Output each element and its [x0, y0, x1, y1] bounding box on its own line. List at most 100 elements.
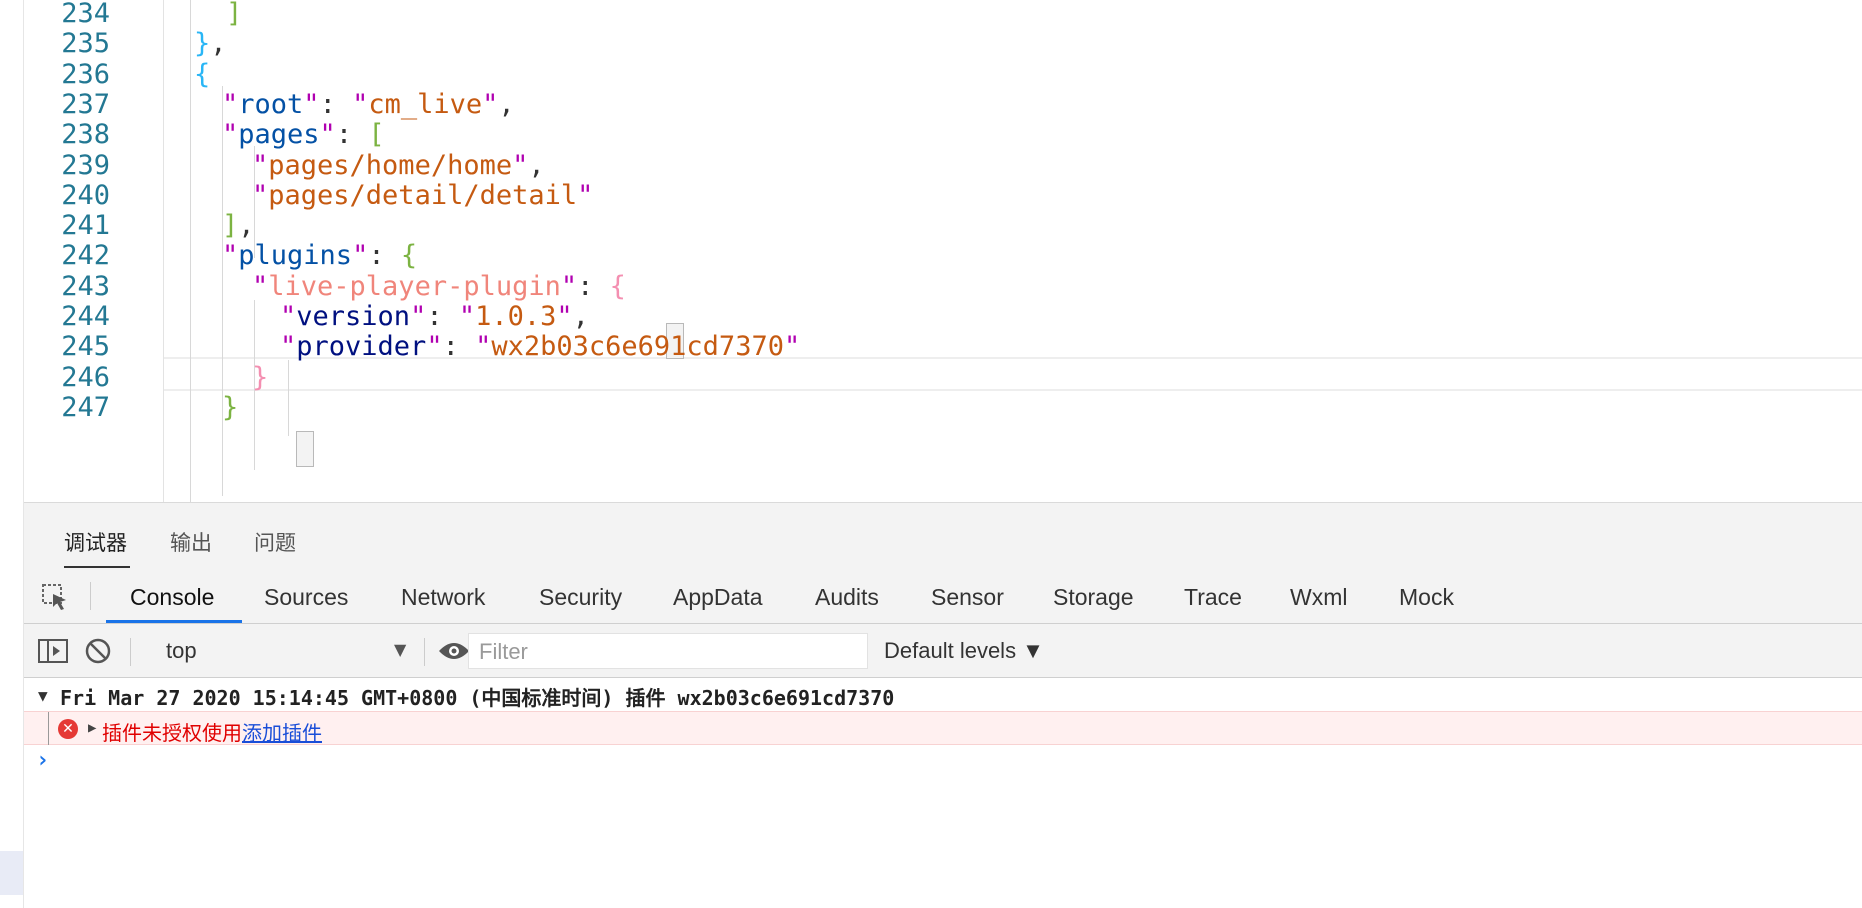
tab-sensor[interactable]: Sensor [931, 584, 1004, 611]
tab-security[interactable]: Security [539, 584, 622, 611]
code-token: plugins [238, 240, 353, 272]
expand-arrow-icon[interactable]: ▶ [88, 720, 96, 736]
console-output: ▼ Fri Mar 27 2020 15:14:45 GMT+0800 (中国标… [24, 678, 1862, 908]
line-number: 247 [61, 391, 110, 423]
console-group-header[interactable]: ▼ Fri Mar 27 2020 15:14:45 GMT+0800 (中国标… [24, 678, 1862, 712]
toolbar-separator [130, 638, 131, 666]
code-token: version [296, 301, 411, 332]
devtools-tab-bar: Console Sources Network Security AppData… [24, 568, 1862, 624]
code-token: , [572, 301, 589, 332]
activity-strip [0, 0, 24, 908]
code-token: pages/detail/detail [268, 179, 578, 211]
code-token: { [194, 58, 211, 90]
debugger-panel: 调试器 输出 问题 Console Sources Network Securi… [24, 502, 1862, 908]
panel-tab-bar: 调试器 输出 问题 [24, 502, 1862, 568]
code-token: , [238, 210, 255, 242]
group-header-text: Fri Mar 27 2020 15:14:45 GMT+0800 (中国标准时… [60, 686, 895, 710]
code-token: wx2b03c6e691cd7370 [491, 331, 784, 363]
code-token: live-player-plugin [268, 270, 561, 302]
code-token: 1.0.3 [475, 301, 557, 332]
activity-strip-highlight [0, 851, 23, 895]
tab-problems[interactable]: 问题 [254, 527, 296, 557]
code-token: } [252, 361, 269, 393]
error-icon: ✕ [58, 719, 78, 739]
code-token: : [442, 331, 476, 363]
tab-console[interactable]: Console [130, 584, 214, 611]
active-devtools-tab-underline [106, 620, 242, 623]
code-token: " [222, 240, 239, 272]
group-indent-line [48, 712, 49, 745]
code-token: " [280, 301, 297, 332]
tab-appdata[interactable]: AppData [673, 584, 763, 611]
code-token: " [560, 270, 578, 302]
toolbar-separator [90, 582, 91, 610]
filter-input[interactable] [477, 638, 861, 666]
collapse-arrow-icon[interactable]: ▼ [38, 686, 48, 705]
tab-network[interactable]: Network [401, 584, 485, 611]
add-plugin-link[interactable]: 添加插件 [242, 717, 322, 746]
code-token: " [475, 331, 492, 363]
code-token: " [352, 240, 369, 272]
code-token: " [512, 149, 529, 181]
tab-sources[interactable]: Sources [264, 584, 348, 611]
code-token: " [319, 119, 336, 151]
code-token: " [352, 88, 369, 120]
code-token: " [410, 301, 427, 332]
code-token: " [482, 88, 499, 120]
eye-icon[interactable] [438, 641, 470, 661]
code-token: , [528, 149, 545, 181]
code-token: root [238, 88, 304, 120]
code-token: pages/home/home [268, 149, 513, 181]
sidebar-toggle-icon[interactable] [38, 639, 68, 663]
code-token: [ [368, 119, 385, 151]
code-token: " [252, 270, 269, 302]
console-error-row: ✕ ▶ 插件未授权使用 添加插件 [24, 711, 1862, 745]
code-token: " [783, 331, 801, 363]
code-token: } [194, 28, 211, 60]
code-token: : [577, 270, 610, 302]
code-token: " [252, 149, 269, 181]
bracket-match-close [296, 431, 314, 467]
code-token: ] [222, 210, 239, 242]
inspect-element-icon[interactable] [40, 582, 70, 612]
code-token: : [335, 119, 369, 151]
chevron-down-icon[interactable]: ▼ [394, 640, 406, 659]
code-token: { [609, 270, 626, 302]
tab-wxml[interactable]: Wxml [1290, 584, 1347, 611]
clear-console-icon[interactable] [84, 637, 112, 665]
console-toolbar: top ▼ Default levels ▼ [24, 624, 1862, 678]
code-token: pages [238, 119, 320, 151]
code-token: " [222, 119, 239, 151]
code-token: : [426, 301, 459, 332]
log-levels-dropdown[interactable]: Default levels ▼ [884, 638, 1044, 664]
tab-mock[interactable]: Mock [1399, 584, 1454, 611]
code-token: " [222, 88, 239, 120]
code-text: } [222, 390, 238, 426]
code-line[interactable]: 247} [24, 390, 1862, 426]
code-token: " [577, 179, 594, 211]
tab-trace[interactable]: Trace [1184, 584, 1242, 611]
code-editor[interactable]: 234] 235}, 236{237 "root": "cm_live", 238 "pa… [24, 0, 1862, 502]
tab-storage[interactable]: Storage [1053, 584, 1134, 611]
code-token: " [458, 301, 476, 332]
tab-output[interactable]: 输出 [170, 527, 212, 557]
code-token: : [368, 240, 401, 272]
code-token: ] [226, 0, 243, 29]
error-message: 插件未授权使用 [102, 721, 242, 745]
code-token: " [303, 88, 320, 120]
code-token: " [252, 179, 269, 211]
context-selector[interactable]: top [166, 638, 197, 664]
console-prompt[interactable]: › [36, 748, 49, 773]
code-token: cm_live [368, 88, 483, 120]
code-token: provider [296, 331, 427, 363]
code-token: " [556, 301, 573, 332]
code-token: " [426, 331, 443, 363]
tab-debugger[interactable]: 调试器 [64, 527, 127, 557]
code-token: : [319, 88, 353, 120]
tab-audits[interactable]: Audits [815, 584, 879, 611]
code-token: , [498, 88, 515, 120]
code-token: } [222, 391, 239, 423]
code-token: { [400, 240, 418, 272]
code-token: " [280, 331, 297, 363]
toolbar-separator [424, 638, 425, 666]
